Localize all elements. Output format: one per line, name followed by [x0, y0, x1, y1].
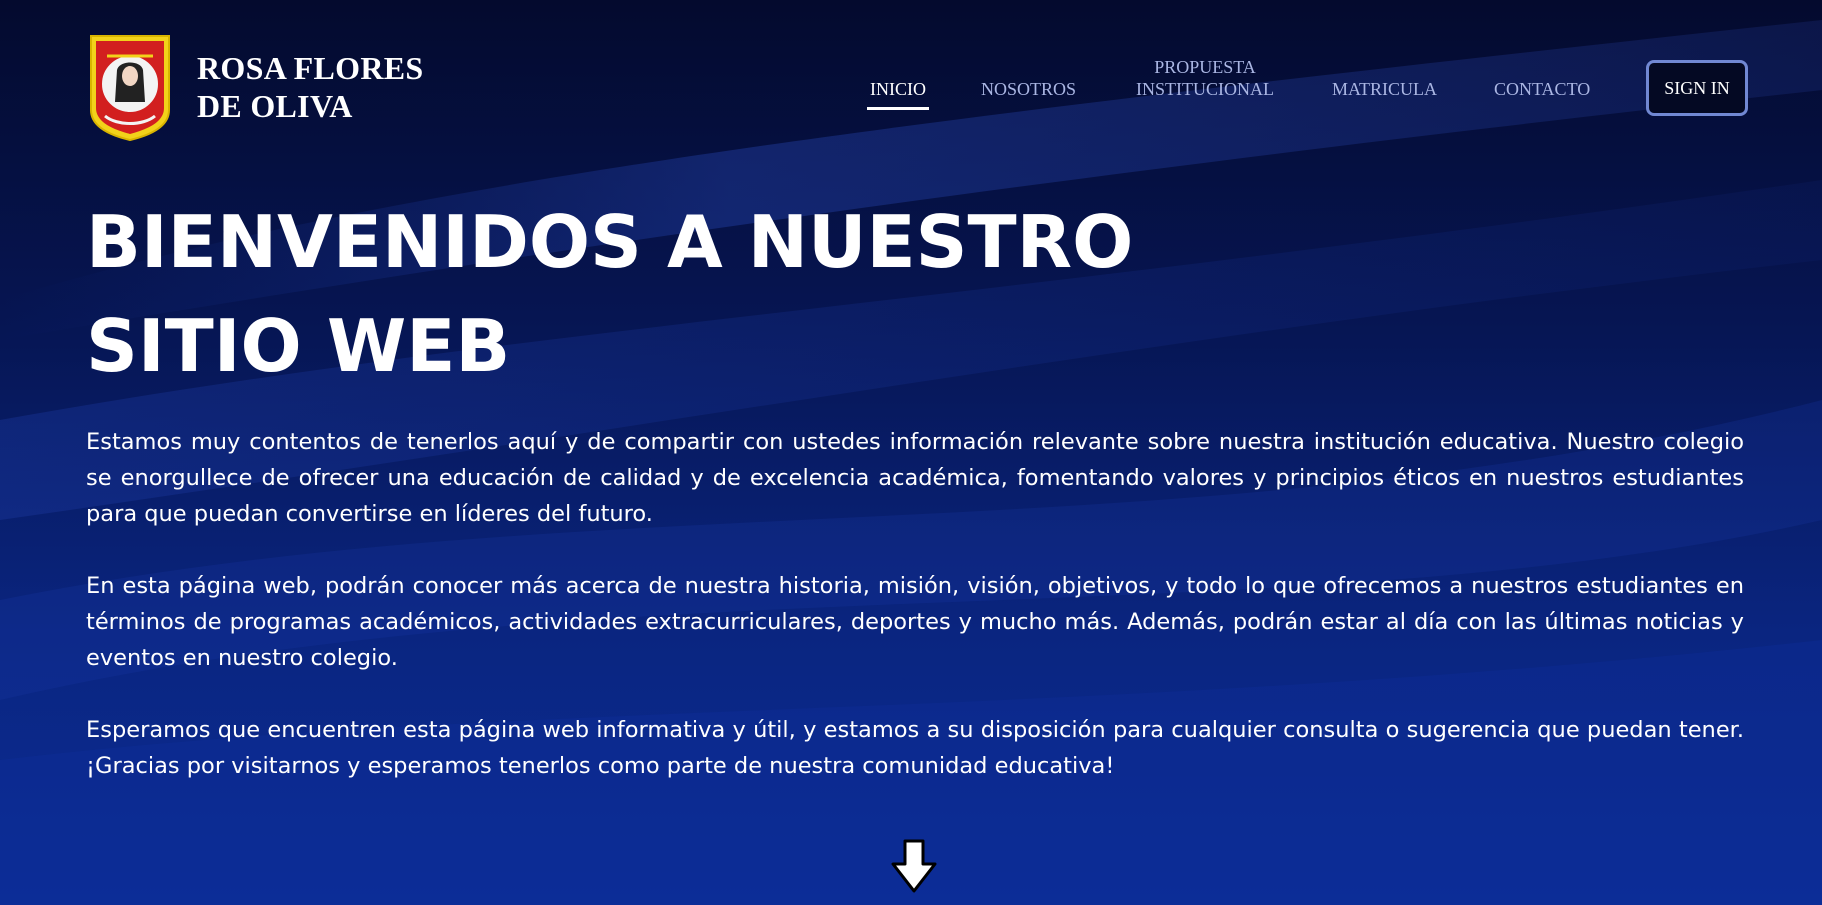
school-crest-icon — [90, 35, 170, 142]
sign-in-button[interactable]: SIGN IN — [1646, 60, 1748, 116]
hero-paragraph-2: En esta página web, podrán conocer más a… — [86, 573, 1744, 671]
hero-body: Estamos muy contentos de tenerlos aquí y… — [86, 424, 1744, 784]
brand-name: ROSA FLORES DE OLIVA — [197, 49, 423, 125]
hero-paragraph-1: Estamos muy contentos de tenerlos aquí y… — [86, 429, 1744, 527]
nav-item-propuesta-line2: INSTITUCIONAL — [1136, 79, 1274, 99]
site-header: ROSA FLORES DE OLIVA INICIO NOSOTROS PRO… — [0, 0, 1822, 160]
arrow-down-icon[interactable] — [890, 838, 938, 894]
hero-title-line1: BIENVENIDOS A NUESTRO — [86, 200, 1134, 284]
brand-name-line2: DE OLIVA — [197, 88, 353, 124]
nav-item-matricula[interactable]: MATRICULA — [1332, 78, 1437, 100]
nav-item-propuesta-institucional[interactable]: PROPUESTA INSTITUCIONAL — [1136, 56, 1274, 100]
hero-section: BIENVENIDOS A NUESTRO SITIO WEB Estamos … — [86, 190, 1744, 820]
nav-item-inicio[interactable]: INICIO — [867, 78, 929, 110]
hero-title: BIENVENIDOS A NUESTRO SITIO WEB — [86, 190, 1744, 398]
brand-name-line1: ROSA FLORES — [197, 50, 424, 86]
brand-logo-link[interactable]: ROSA FLORES DE OLIVA — [87, 32, 423, 142]
nav-item-contacto[interactable]: CONTACTO — [1494, 78, 1590, 100]
nav-item-nosotros[interactable]: NOSOTROS — [981, 78, 1076, 100]
hero-title-line2: SITIO WEB — [86, 304, 511, 388]
nav-item-propuesta-line1: PROPUESTA — [1154, 57, 1256, 77]
hero-paragraph-3: Esperamos que encuentren esta página web… — [86, 717, 1744, 779]
